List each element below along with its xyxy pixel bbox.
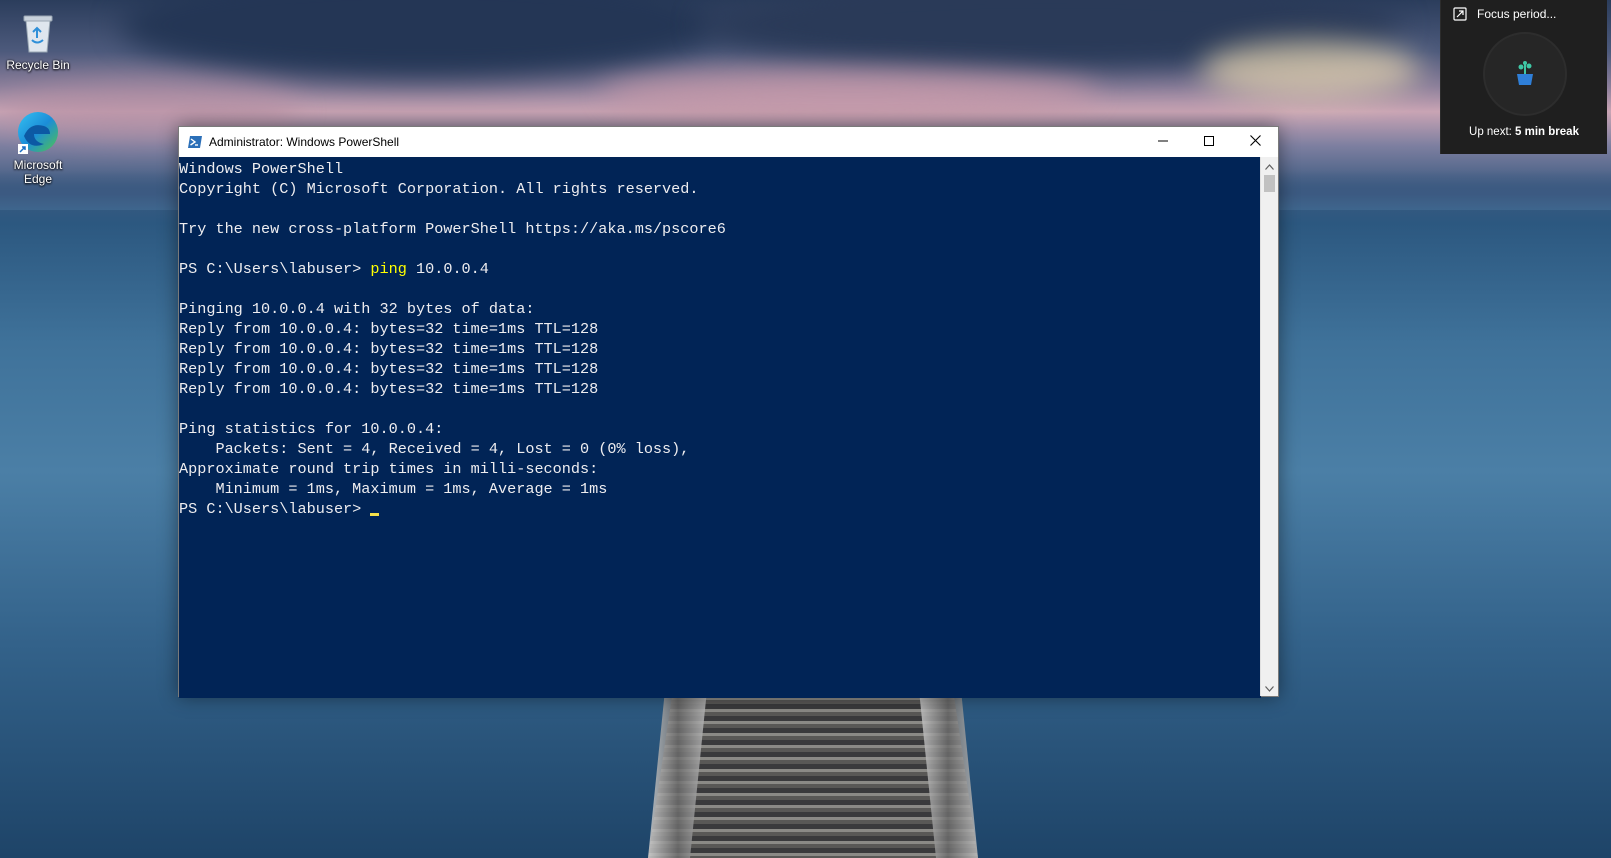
chevron-down-icon	[1265, 679, 1274, 697]
focus-header: Focus period...	[1453, 7, 1556, 21]
console-line: Reply from 10.0.0.4: bytes=32 time=1ms T…	[179, 320, 599, 338]
edge-icon	[14, 108, 62, 156]
console-prompt: PS C:\Users\labuser>	[179, 500, 371, 518]
console-line: Ping statistics for 10.0.0.4:	[179, 420, 444, 438]
scrollbar-thumb[interactable]	[1264, 175, 1275, 192]
maximize-icon	[1204, 133, 1214, 151]
focus-title: Focus period...	[1477, 7, 1557, 21]
vertical-scrollbar[interactable]	[1260, 157, 1278, 696]
minimize-button[interactable]	[1140, 127, 1186, 157]
console-line: Approximate round trip times in milli-se…	[179, 460, 599, 478]
window-titlebar[interactable]: Administrator: Windows PowerShell	[179, 127, 1278, 157]
scroll-up-button[interactable]	[1261, 157, 1278, 174]
desktop: Recycle Bin Microsoft Edge Focus period.…	[0, 0, 1611, 858]
console-command-args: 10.0.0.4	[406, 260, 489, 278]
console-output[interactable]: Windows PowerShell Copyright (C) Microsof…	[179, 157, 1261, 698]
window-title: Administrator: Windows PowerShell	[209, 135, 400, 149]
cloud-decoration	[1200, 40, 1420, 100]
console-line: PS C:\Users\labuser>	[179, 499, 1261, 519]
scroll-down-button[interactable]	[1261, 679, 1278, 696]
focus-progress-ring	[1483, 32, 1567, 116]
plant-icon	[1513, 60, 1537, 93]
powershell-window[interactable]: Administrator: Windows PowerShell Window…	[178, 126, 1279, 698]
close-button[interactable]	[1232, 127, 1278, 157]
up-next-value: 5 min break	[1515, 126, 1579, 138]
focus-up-next: Up next: 5 min break	[1441, 126, 1607, 138]
text-cursor	[370, 513, 380, 516]
maximize-button[interactable]	[1186, 127, 1232, 157]
cloud-decoration	[120, 0, 720, 80]
console-line: Copyright (C) Microsoft Corporation. All…	[179, 180, 699, 198]
console-line: PS C:\Users\labuser> ping 10.0.0.4	[179, 259, 1261, 279]
minimize-icon	[1158, 133, 1168, 151]
expand-icon[interactable]	[1453, 7, 1467, 21]
console-line: Minimum = 1ms, Maximum = 1ms, Average = …	[179, 480, 608, 498]
console-line: Try the new cross-platform PowerShell ht…	[179, 220, 726, 238]
console-prompt: PS C:\Users\labuser>	[179, 260, 371, 278]
desktop-icon-recycle-bin[interactable]: Recycle Bin	[3, 8, 73, 72]
console-line: Windows PowerShell	[179, 160, 344, 178]
desktop-icon-label: Microsoft Edge	[13, 158, 63, 186]
console-line: Pinging 10.0.0.4 with 32 bytes of data:	[179, 300, 535, 318]
desktop-icon-label: Recycle Bin	[6, 58, 70, 72]
console-line: Reply from 10.0.0.4: bytes=32 time=1ms T…	[179, 360, 599, 378]
powershell-icon	[187, 134, 203, 150]
console-line: Packets: Sent = 4, Received = 4, Lost = …	[179, 440, 690, 458]
window-controls	[1140, 127, 1278, 157]
cloud-decoration	[600, 70, 1100, 120]
desktop-icon-microsoft-edge[interactable]: Microsoft Edge	[3, 108, 73, 186]
focus-session-widget[interactable]: Focus period... Up next: 5 min break	[1440, 0, 1607, 154]
recycle-bin-icon	[14, 8, 62, 56]
console-line: Reply from 10.0.0.4: bytes=32 time=1ms T…	[179, 380, 599, 398]
close-icon	[1249, 133, 1261, 151]
console-line: Reply from 10.0.0.4: bytes=32 time=1ms T…	[179, 340, 599, 358]
console-command: ping	[370, 260, 407, 278]
up-next-label: Up next:	[1469, 126, 1516, 138]
chevron-up-icon	[1265, 157, 1274, 175]
